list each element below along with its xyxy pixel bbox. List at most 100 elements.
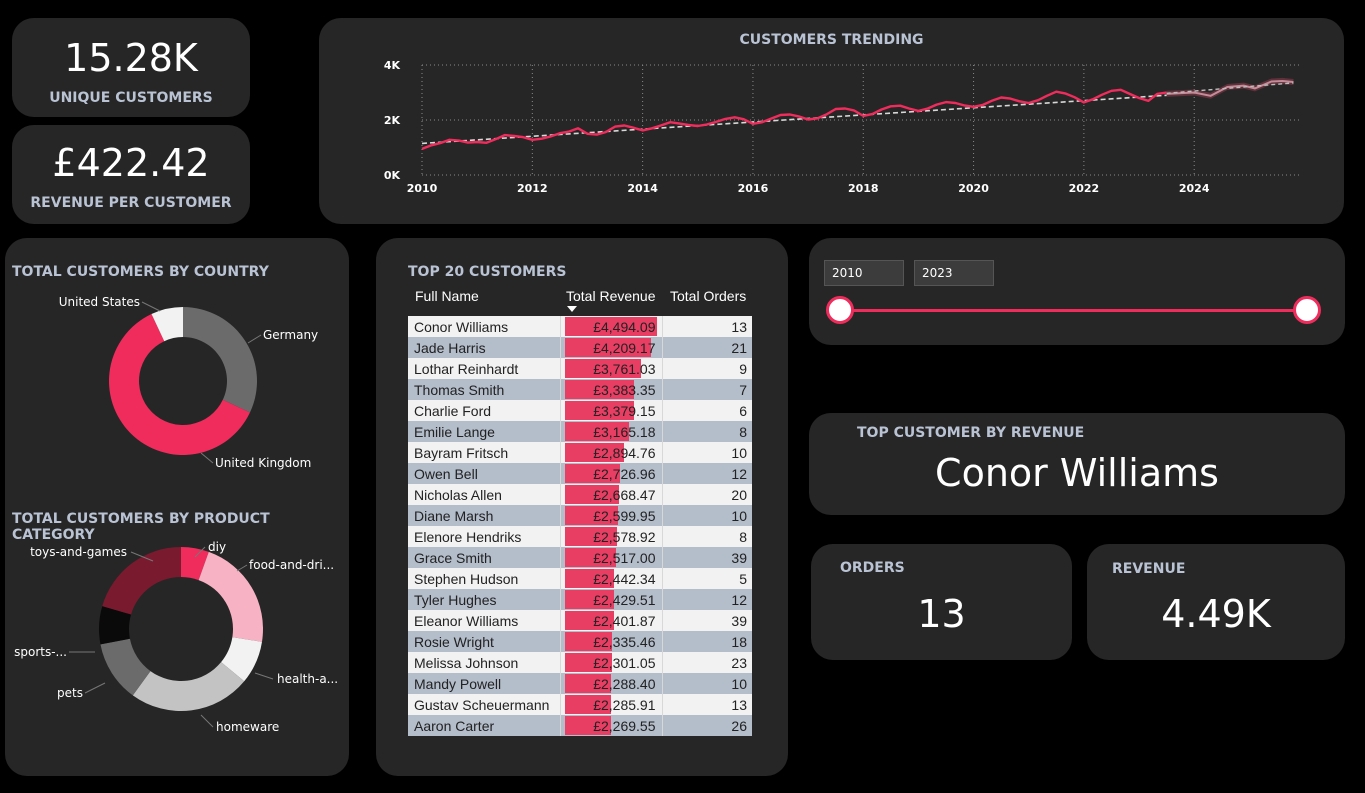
table-row[interactable]: Gustav Scheuermann £2,285.91 13	[408, 694, 752, 715]
revenue-text: £2,517.00	[593, 549, 656, 566]
cell-full-name: Emilie Lange	[408, 421, 561, 442]
cell-total-orders: 18	[662, 631, 752, 652]
table-row[interactable]: Lothar Reinhardt £3,761.03 9	[408, 358, 752, 379]
cell-total-revenue: £2,301.05	[560, 652, 663, 673]
table-row[interactable]: Melissa Johnson £2,301.05 23	[408, 652, 752, 673]
cell-full-name: Bayram Fritsch	[408, 442, 561, 463]
label-germany: Germany	[263, 328, 318, 342]
category-donut-chart: toys-and-games diy food-and-dri... sports-.…	[14, 540, 338, 734]
top-customer-name: Conor Williams	[935, 451, 1219, 495]
slice-homeware	[132, 662, 245, 711]
cell-total-revenue: £2,726.96	[560, 463, 663, 484]
cell-full-name: Jade Harris	[408, 337, 561, 358]
country-title: TOTAL CUSTOMERS BY COUNTRY	[12, 264, 269, 280]
cell-total-revenue: £3,165.18	[560, 421, 663, 442]
cell-total-orders: 23	[662, 652, 752, 673]
table-row[interactable]: Tyler Hughes £2,429.51 12	[408, 589, 752, 610]
trend-x-tick: 2018	[848, 182, 879, 195]
leader-line	[200, 714, 214, 728]
cell-total-orders: 10	[662, 505, 752, 526]
slider-track[interactable]	[840, 309, 1308, 312]
revenue-text: £2,599.95	[593, 507, 656, 524]
cell-total-revenue: £2,335.46	[560, 631, 663, 652]
label-food-and-drink: food-and-dri...	[249, 558, 334, 572]
header-total-orders[interactable]: Total Orders	[670, 288, 746, 304]
label-homeware: homeware	[216, 720, 279, 734]
cell-full-name: Gustav Scheuermann	[408, 694, 561, 715]
customers-trending-card: CUSTOMERS TRENDING 4K 2K 0K 2010 2012 2014 201…	[319, 18, 1344, 224]
cell-total-orders: 10	[662, 442, 752, 463]
label-health: health-a...	[277, 672, 338, 686]
orders-label: ORDERS	[840, 560, 905, 576]
trend-y-tick: 0K	[384, 169, 401, 182]
trend-x-tick: 2022	[1069, 182, 1100, 195]
cell-total-revenue: £3,379.15	[560, 400, 663, 421]
table-row[interactable]: Nicholas Allen £2,668.47 20	[408, 484, 752, 505]
cell-full-name: Grace Smith	[408, 547, 561, 568]
orders-value: 13	[917, 592, 966, 636]
cell-full-name: Stephen Hudson	[408, 568, 561, 589]
table-row[interactable]: Rosie Wright £2,335.46 18	[408, 631, 752, 652]
table-row[interactable]: Eleanor Williams £2,401.87 39	[408, 610, 752, 631]
trend-x-tick: 2020	[958, 182, 989, 195]
label-united-kingdom: United Kingdom	[215, 456, 311, 470]
revenue-text: £4,209.17	[593, 339, 656, 356]
revenue-text: £3,761.03	[593, 360, 656, 377]
table-row[interactable]: Charlie Ford £3,379.15 6	[408, 400, 752, 421]
table-row[interactable]: Mandy Powell £2,288.40 10	[408, 673, 752, 694]
revenue-text: £2,726.96	[593, 465, 656, 482]
cell-total-revenue: £2,269.55	[560, 715, 663, 736]
cell-total-revenue: £2,288.40	[560, 673, 663, 694]
revenue-card: REVENUE 4.49K	[1087, 544, 1345, 660]
revenue-text: £2,285.91	[593, 696, 656, 713]
table-row[interactable]: Jade Harris £4,209.17 21	[408, 337, 752, 358]
cell-total-orders: 20	[662, 484, 752, 505]
slice-germany	[183, 307, 257, 413]
revenue-text: £2,578.92	[593, 528, 656, 545]
sort-desc-icon[interactable]	[567, 306, 577, 312]
start-year-input[interactable]: 2010	[824, 260, 904, 286]
cell-full-name: Aaron Carter	[408, 715, 561, 736]
cell-total-revenue: £2,517.00	[560, 547, 663, 568]
cell-total-revenue: £2,401.87	[560, 610, 663, 631]
table-row[interactable]: Owen Bell £2,726.96 12	[408, 463, 752, 484]
table-row[interactable]: Grace Smith £2,517.00 39	[408, 547, 752, 568]
end-year-input[interactable]: 2023	[914, 260, 994, 286]
cell-full-name: Thomas Smith	[408, 379, 561, 400]
top-customers-card: TOP 20 CUSTOMERS Full Name Total Revenue…	[376, 238, 788, 776]
revenue-text: £2,288.40	[593, 675, 656, 692]
revenue-text: £2,429.51	[593, 591, 656, 608]
label-united-states: United States	[59, 295, 140, 309]
year-slicer-card: 2010 2023	[809, 238, 1345, 345]
leader-line	[236, 564, 248, 572]
cell-full-name: Owen Bell	[408, 463, 561, 484]
table-row[interactable]: Bayram Fritsch £2,894.76 10	[408, 442, 752, 463]
revenue-text: £2,668.47	[593, 486, 656, 503]
header-full-name[interactable]: Full Name	[415, 288, 479, 304]
header-total-revenue[interactable]: Total Revenue	[566, 288, 656, 304]
trend-y-tick: 4K	[384, 59, 401, 72]
cell-total-orders: 8	[662, 421, 752, 442]
slider-handle-end[interactable]	[1293, 296, 1321, 324]
cell-full-name: Charlie Ford	[408, 400, 561, 421]
cell-full-name: Mandy Powell	[408, 673, 561, 694]
leader-line	[254, 672, 274, 680]
cell-full-name: Nicholas Allen	[408, 484, 561, 505]
table-row[interactable]: Conor Williams £4,494.09 13	[408, 316, 752, 337]
table-row[interactable]: Emilie Lange £3,165.18 8	[408, 421, 752, 442]
revenue-text: £3,383.35	[593, 381, 656, 398]
table-row[interactable]: Diane Marsh £2,599.95 10	[408, 505, 752, 526]
cell-total-orders: 39	[662, 547, 752, 568]
revenue-text: £2,442.34	[593, 570, 656, 587]
table-row[interactable]: Thomas Smith £3,383.35 7	[408, 379, 752, 400]
slider-handle-start[interactable]	[826, 296, 854, 324]
cell-total-orders: 10	[662, 673, 752, 694]
table-row[interactable]: Elenore Hendriks £2,578.92 8	[408, 526, 752, 547]
label-sports: sports-...	[14, 645, 67, 659]
table-row[interactable]: Aaron Carter £2,269.55 26	[408, 715, 752, 736]
cell-total-revenue: £4,209.17	[560, 337, 663, 358]
trend-x-tick: 2024	[1179, 182, 1210, 195]
table-row[interactable]: Stephen Hudson £2,442.34 5	[408, 568, 752, 589]
leader-line	[200, 452, 214, 464]
trend-x-tick: 2010	[407, 182, 438, 195]
